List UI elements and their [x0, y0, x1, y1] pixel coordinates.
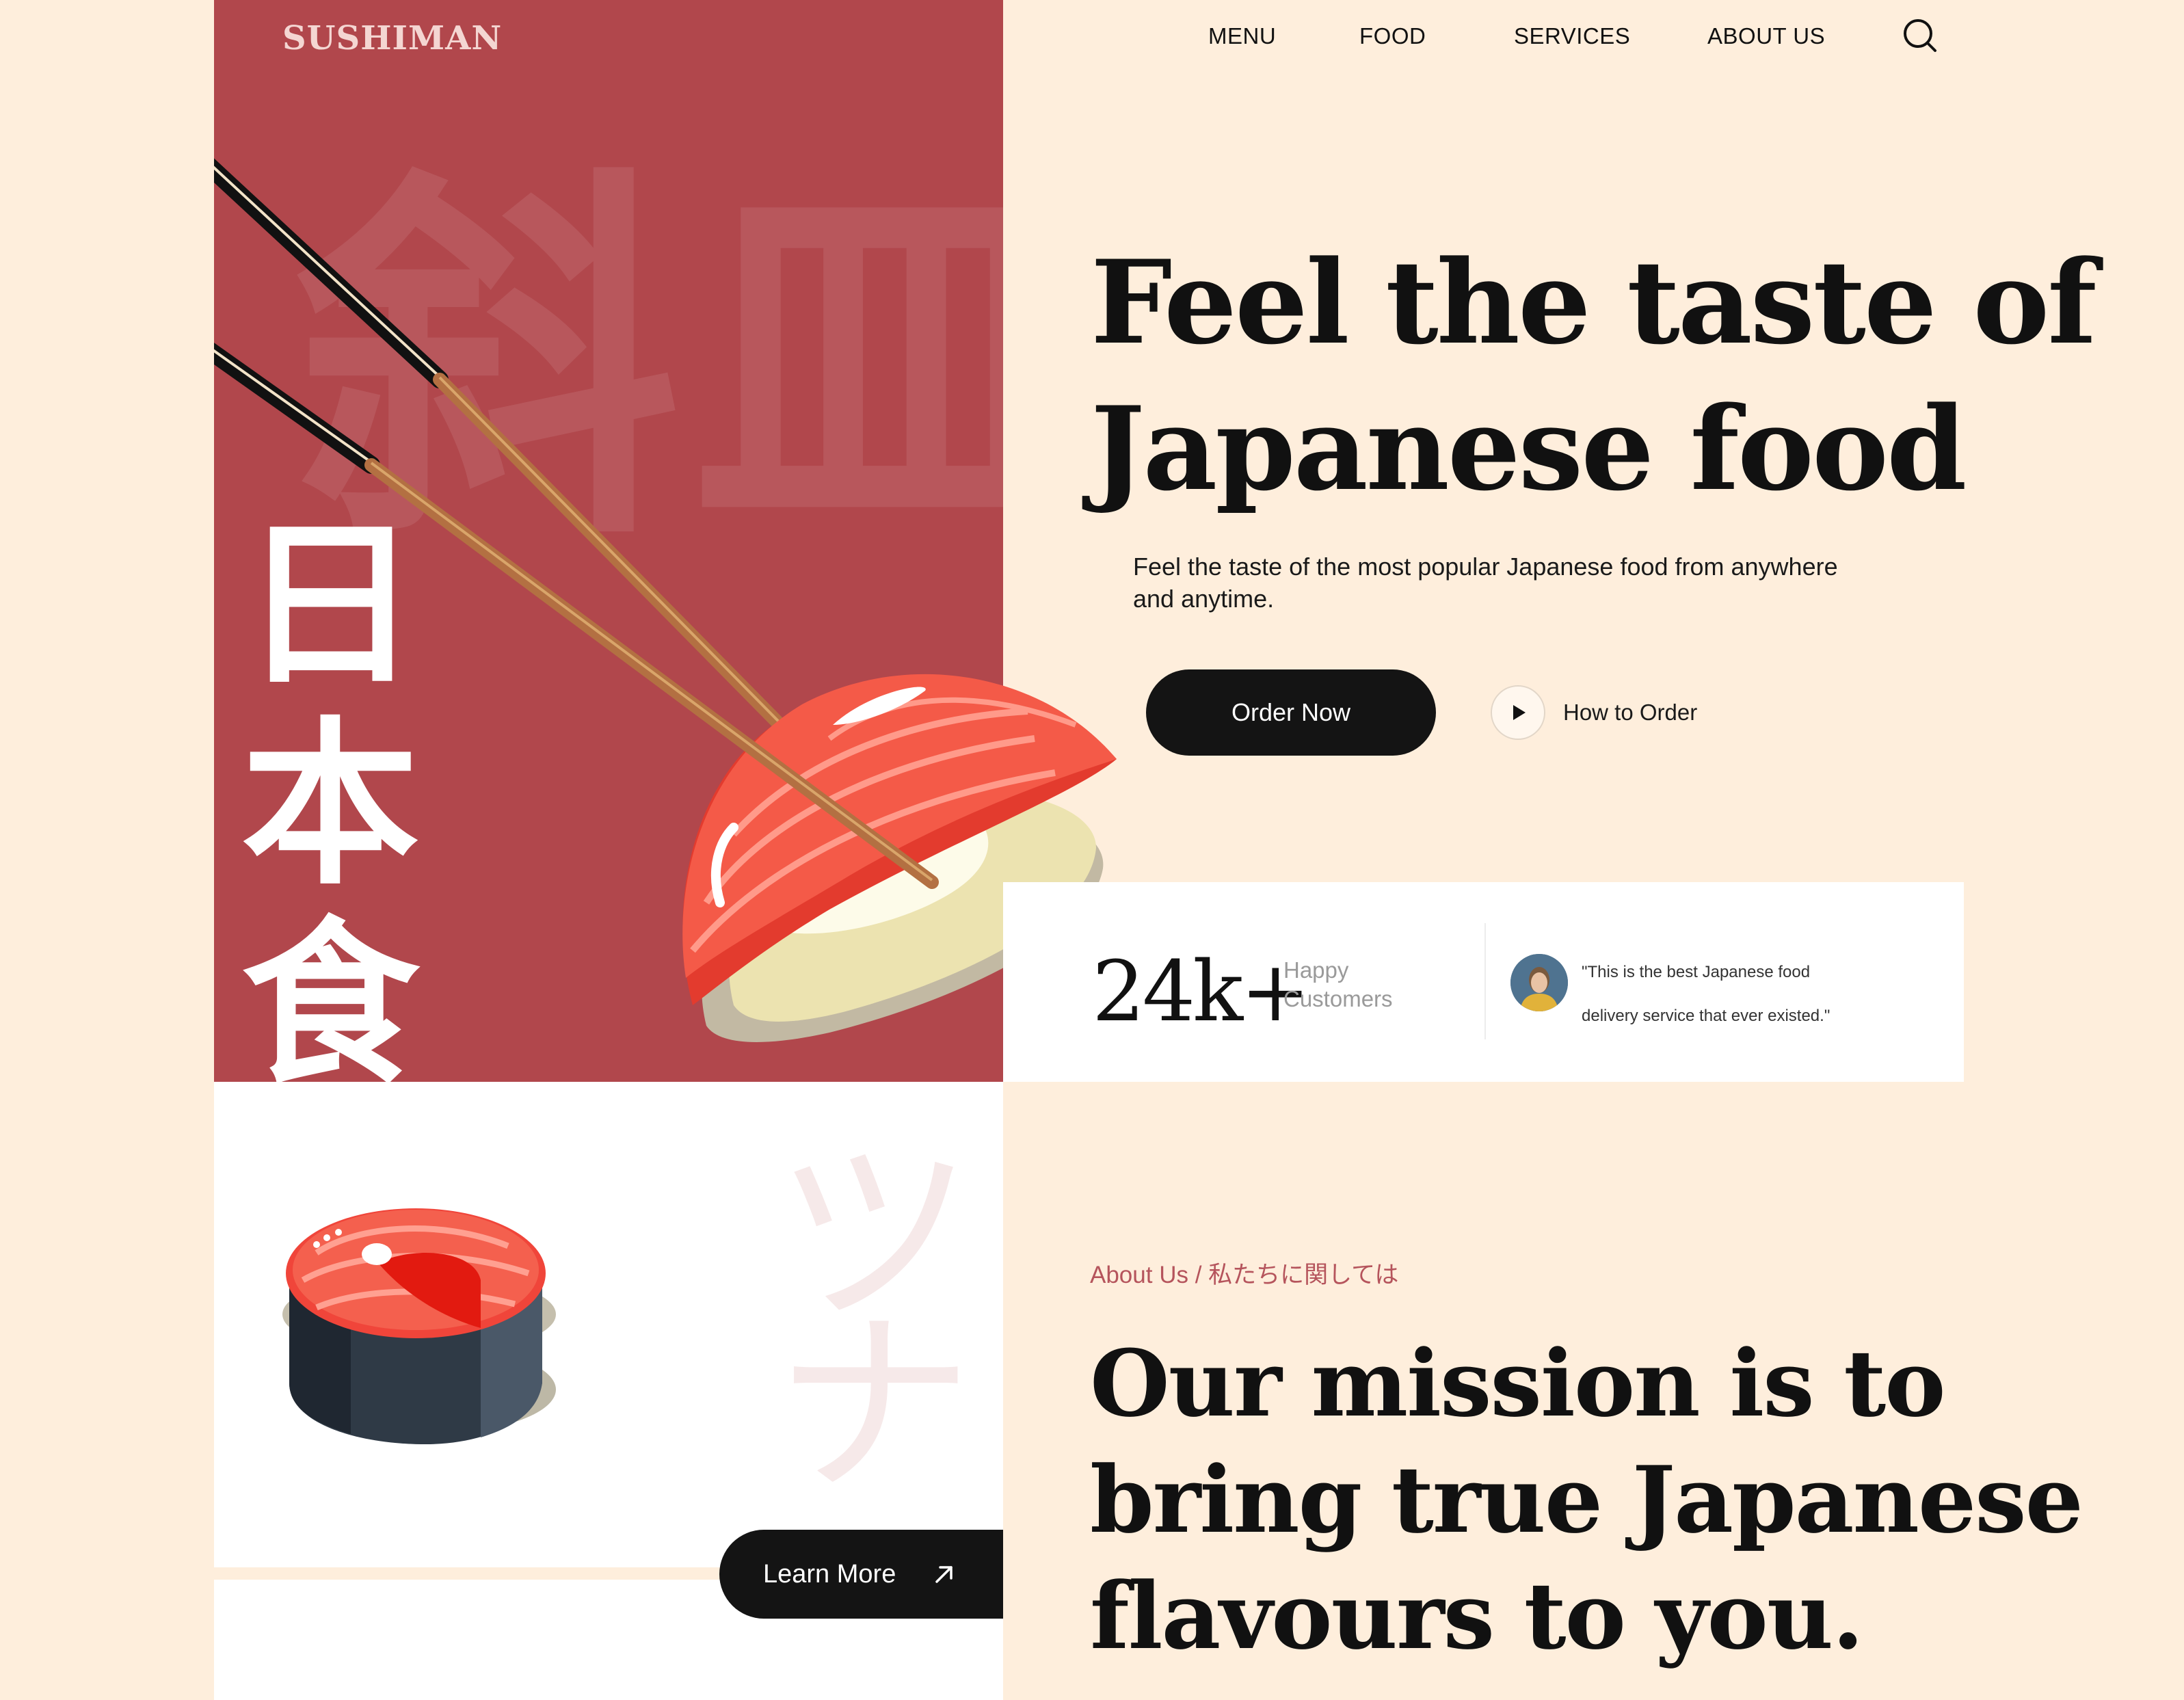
learn-more-label: Learn More — [763, 1559, 896, 1589]
salmon-steak-icon — [282, 1208, 556, 1444]
chopstick-icon — [214, 343, 939, 889]
search-button[interactable] — [1901, 16, 1939, 55]
about-section-tag: About Us / 私たちに関しては — [1090, 1262, 1399, 1288]
about-image-card: ツ ナ — [214, 1082, 1003, 1567]
hero-title-line: Feel the taste of — [1091, 235, 2097, 370]
customer-photo-icon — [1510, 954, 1568, 1011]
nav-item-menu[interactable]: MENU — [1208, 23, 1276, 49]
nav-item-services[interactable]: SERVICES — [1514, 23, 1630, 49]
customer-count-label: Happy Customers — [1283, 956, 1448, 1013]
hero-title-line: Japanese food — [1091, 381, 1967, 516]
stat-label-line: Happy — [1283, 957, 1349, 983]
quote-line: delivery service that ever existed." — [1582, 1007, 1830, 1025]
learn-more-button[interactable]: Learn More — [719, 1530, 1003, 1619]
customer-quote: "This is the best Japanese food delivery… — [1582, 951, 1910, 1038]
search-icon — [1904, 19, 1936, 52]
about-title-line: bring true Japanese — [1090, 1446, 2083, 1554]
how-to-order-label: How to Order — [1563, 700, 1698, 725]
about-title-line: flavours to you. — [1090, 1562, 1864, 1670]
quote-line: "This is the best Japanese food — [1582, 963, 1811, 981]
stat-label-line: Customers — [1283, 986, 1393, 1011]
play-icon — [1513, 705, 1526, 720]
play-button[interactable] — [1491, 685, 1545, 740]
hero-subtitle: Feel the taste of the most popular Japan… — [1133, 553, 1838, 613]
customer-count: 24k+ — [1092, 943, 1310, 1040]
arrow-up-right-icon — [935, 1566, 953, 1583]
background-kana: ナ — [775, 1291, 973, 1522]
how-to-order-link[interactable]: How to Order — [1491, 685, 1697, 741]
divider — [1484, 923, 1486, 1039]
stats-card: 24k+ Happy Customers "This is the best J… — [1003, 882, 1964, 1082]
avatar — [1510, 954, 1568, 1011]
about-title-line: Our mission is to — [1090, 1329, 1946, 1437]
hero-title: Feel the taste of Japanese food — [1091, 229, 2097, 522]
nav-item-food[interactable]: FOOD — [1359, 23, 1426, 49]
about-title: Our mission is to bring true Japanese fl… — [1090, 1325, 2083, 1674]
order-now-button[interactable]: Order Now — [1146, 669, 1436, 756]
nav-item-about-us[interactable]: ABOUT US — [1707, 23, 1825, 49]
